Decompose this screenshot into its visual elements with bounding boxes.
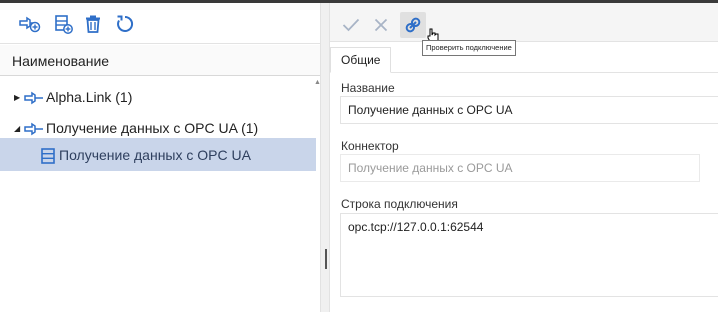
- column-header-name[interactable]: Наименование: [0, 45, 320, 76]
- cancel-button[interactable]: [368, 12, 394, 38]
- test-connection-button[interactable]: [400, 12, 426, 38]
- tree-node-opc-ua-item[interactable]: Получение данных с OPC UA: [0, 138, 316, 171]
- name-label: Название: [341, 81, 395, 95]
- connection-string-label: Строка подключения: [341, 197, 458, 211]
- tab-general[interactable]: Общие: [330, 47, 392, 73]
- expand-arrow-icon[interactable]: ▶: [14, 93, 20, 102]
- connection-string-field[interactable]: opc.tcp://127.0.0.1:62544: [340, 213, 718, 297]
- trash-icon: [86, 15, 100, 33]
- add-item-icon: [55, 15, 73, 34]
- tree-toolbar: [0, 3, 320, 44]
- details-panel: Проверить подключение Общие Название Пол…: [330, 3, 718, 312]
- tree-node-alpha-link[interactable]: ▶ Alpha.Link (1): [0, 82, 316, 113]
- refresh-icon: [117, 15, 134, 32]
- list-icon: [41, 148, 55, 164]
- splitter-grip[interactable]: [325, 249, 327, 269]
- check-icon: [342, 18, 360, 32]
- add-connector-button[interactable]: [18, 12, 42, 36]
- delete-button[interactable]: [81, 12, 105, 36]
- close-icon: [374, 18, 388, 32]
- add-item-button[interactable]: [51, 12, 75, 36]
- tree-panel: Наименование ▲ ▶ Alpha.Link (1) ◢ Получе…: [0, 3, 321, 312]
- tree-node-label: Alpha.Link (1): [46, 89, 133, 105]
- connector-icon: [24, 122, 43, 136]
- add-connector-icon: [19, 16, 41, 33]
- tree-node-label: Получение данных с OPC UA: [59, 147, 251, 163]
- connector-field: Получение данных с OPC UA: [340, 154, 700, 182]
- connector-icon: [24, 91, 43, 105]
- details-tabs: Общие: [330, 47, 718, 73]
- apply-button[interactable]: [338, 12, 364, 38]
- collapse-arrow-icon[interactable]: ◢: [14, 124, 20, 133]
- column-header-label: Наименование: [12, 53, 110, 69]
- tree-node-label: Получение данных с OPC UA (1): [46, 120, 259, 136]
- refresh-button[interactable]: [113, 12, 137, 36]
- name-field[interactable]: Получение данных с OPC UA: [340, 96, 718, 124]
- details-toolbar: [330, 3, 718, 42]
- link-icon: [405, 17, 421, 33]
- connector-label: Коннектор: [341, 139, 399, 153]
- panel-splitter[interactable]: [320, 3, 330, 312]
